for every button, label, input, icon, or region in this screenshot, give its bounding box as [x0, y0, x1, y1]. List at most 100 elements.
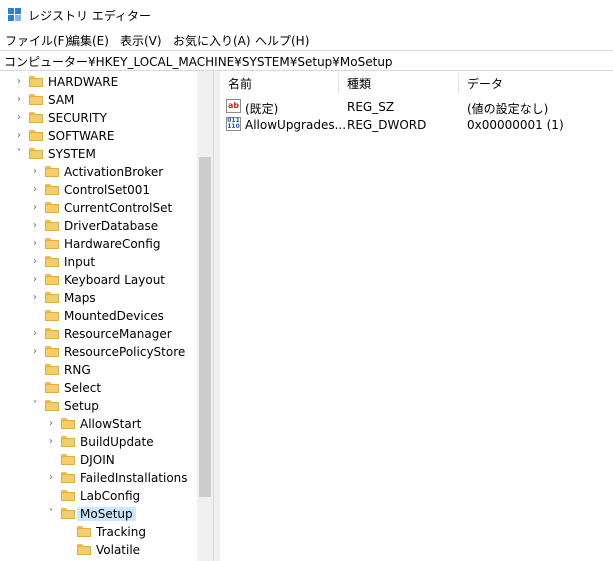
column-header-name[interactable]: 名前 [228, 75, 252, 92]
tree-item[interactable]: › FailedInstallations [0, 469, 197, 487]
tree-item-label: Setup [64, 399, 99, 413]
chevron-right-icon[interactable]: › [30, 184, 40, 196]
tree-scrollbar-thumb[interactable] [199, 157, 211, 497]
tree-item[interactable]: › ControlSet001 [0, 181, 197, 199]
chevron-right-icon[interactable]: › [14, 94, 24, 106]
tree-item[interactable]: ˅ MoSetup [0, 505, 197, 523]
chevron-right-icon[interactable]: › [46, 472, 56, 484]
tree-item-label: SOFTWARE [48, 129, 115, 143]
tree-item-label: ResourcePolicyStore [64, 345, 186, 359]
chevron-right-icon[interactable]: › [30, 202, 40, 214]
tree-item[interactable]: Tracking [0, 523, 197, 541]
tree-item[interactable]: › SECURITY [0, 109, 197, 127]
column-separator[interactable] [338, 73, 339, 93]
tree-item[interactable]: › AllowStart [0, 415, 197, 433]
tree-item[interactable]: › Input [0, 253, 197, 271]
chevron-right-icon[interactable]: › [46, 436, 56, 448]
tree-item-label: HardwareConfig [64, 237, 161, 251]
value-type: REG_SZ [347, 100, 395, 114]
column-header-data[interactable]: データ [467, 75, 503, 92]
chevron-right-icon[interactable]: › [14, 130, 24, 142]
folder-icon [45, 310, 59, 321]
folder-icon [29, 94, 43, 105]
value-row[interactable]: ab (既定) REG_SZ (値の設定なし) [220, 98, 613, 116]
menu-bar: ファイル(F) 編集(E) 表示(V) お気に入り(A) ヘルプ(H) [0, 30, 613, 50]
folder-icon [29, 148, 43, 159]
chevron-right-icon[interactable]: › [30, 274, 40, 286]
tree-item[interactable]: ˅ Setup [0, 397, 197, 415]
column-separator[interactable] [458, 73, 459, 93]
menu-edit[interactable]: 編集(E) [68, 32, 109, 49]
folder-icon [45, 166, 59, 177]
folder-icon [45, 274, 59, 285]
tree-item-label: SAM [48, 93, 75, 107]
chevron-down-icon[interactable]: ˅ [30, 400, 40, 412]
tree-item-label: FailedInstallations [80, 471, 188, 485]
address-path[interactable]: コンピューター¥HKEY_LOCAL_MACHINE¥SYSTEM¥Setup¥… [4, 53, 393, 70]
tree-item[interactable]: › BuildUpdate [0, 433, 197, 451]
tree-item-label: Tracking [96, 525, 146, 539]
column-header-type[interactable]: 種類 [347, 75, 371, 92]
tree-item[interactable]: MountedDevices [0, 307, 197, 325]
tree-item[interactable]: › Maps [0, 289, 197, 307]
folder-icon [77, 544, 91, 555]
tree-item-label: HARDWARE [48, 75, 119, 89]
tree-item[interactable]: › ResourceManager [0, 325, 197, 343]
tree-item[interactable]: › SAM [0, 91, 197, 109]
chevron-right-icon[interactable]: › [46, 418, 56, 430]
chevron-down-icon[interactable]: ˅ [46, 508, 56, 520]
tree-item[interactable]: Volatile [0, 541, 197, 559]
chevron-right-icon[interactable]: › [30, 166, 40, 178]
folder-icon [45, 400, 59, 411]
tree-item[interactable]: RNG [0, 361, 197, 379]
tree-item[interactable]: › ResourcePolicyStore [0, 343, 197, 361]
chevron-right-icon[interactable]: › [14, 112, 24, 124]
tree-item[interactable]: › SOFTWARE [0, 127, 197, 145]
values-list: 名前 種類 データ ab (既定) REG_SZ (値の設定なし) 011 110… [220, 71, 613, 561]
folder-icon [29, 112, 43, 123]
address-bar[interactable]: コンピューター¥HKEY_LOCAL_MACHINE¥SYSTEM¥Setup¥… [0, 50, 613, 71]
folder-icon [45, 292, 59, 303]
tree-item-label: Volatile [96, 543, 141, 557]
value-row[interactable]: 011 110 AllowUpgrades... REG_DWORD 0x0000… [220, 116, 613, 134]
tree-item-label: MoSetup [77, 507, 136, 521]
menu-view[interactable]: 表示(V) [120, 32, 162, 49]
folder-icon [77, 526, 91, 537]
tree-item[interactable]: › Keyboard Layout [0, 271, 197, 289]
tree-item-label: DJOIN [80, 453, 115, 467]
chevron-right-icon[interactable]: › [30, 220, 40, 232]
menu-favorites[interactable]: お気に入り(A) [173, 32, 251, 49]
tree-item-label: MountedDevices [64, 309, 164, 323]
tree-item[interactable]: › ActivationBroker [0, 163, 197, 181]
tree-item[interactable]: ˅ SYSTEM [0, 145, 197, 163]
chevron-right-icon[interactable]: › [30, 292, 40, 304]
tree-item-label: CurrentControlSet [64, 201, 173, 215]
tree-item[interactable]: › HARDWARE [0, 73, 197, 91]
tree-item-label: SYSTEM [48, 147, 96, 161]
chevron-down-icon[interactable]: ˅ [14, 148, 24, 160]
folder-icon [61, 490, 75, 501]
tree-item[interactable]: › DriverDatabase [0, 217, 197, 235]
value-data: (値の設定なし) [467, 102, 549, 116]
chevron-right-icon[interactable]: › [30, 238, 40, 250]
tree-scrollbar[interactable] [197, 71, 213, 561]
menu-help[interactable]: ヘルプ(H) [255, 32, 309, 49]
chevron-right-icon[interactable]: › [30, 328, 40, 340]
tree-item[interactable]: LabConfig [0, 487, 197, 505]
tree-item[interactable]: › CurrentControlSet [0, 199, 197, 217]
menu-file[interactable]: ファイル(F) [5, 32, 69, 49]
tree-item[interactable]: Select [0, 379, 197, 397]
tree-item[interactable]: DJOIN [0, 451, 197, 469]
folder-icon [61, 508, 75, 519]
pane-splitter[interactable] [213, 71, 220, 561]
folder-icon [45, 220, 59, 231]
chevron-right-icon[interactable]: › [30, 256, 40, 268]
folder-icon [45, 256, 59, 267]
folder-icon [61, 418, 75, 429]
folder-icon [45, 184, 59, 195]
value-name: AllowUpgrades... [245, 118, 347, 132]
chevron-right-icon[interactable]: › [14, 76, 24, 88]
chevron-right-icon[interactable]: › [30, 346, 40, 358]
tree-item[interactable]: › HardwareConfig [0, 235, 197, 253]
string-value-icon: ab [226, 99, 241, 113]
